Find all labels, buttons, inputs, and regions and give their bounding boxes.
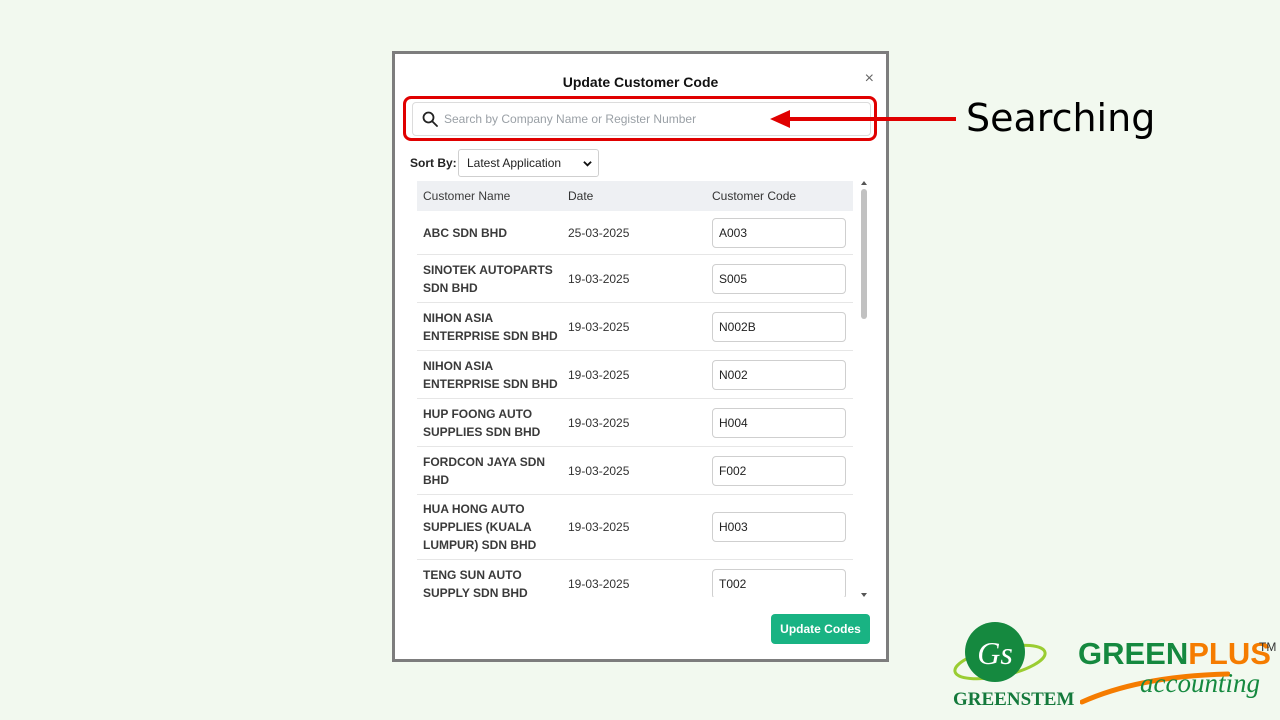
customer-code-input[interactable] (712, 217, 846, 248)
greenstem-logo-icon: Gs (953, 622, 1047, 682)
table-row: FORDCON JAYA SDN BHD 19-03-2025 (417, 447, 853, 495)
customer-date: 19-03-2025 (568, 415, 630, 430)
header-customer-name: Customer Name (423, 189, 511, 203)
customer-date: 19-03-2025 (568, 271, 630, 286)
customer-date: 19-03-2025 (568, 463, 630, 478)
scroll-thumb[interactable] (861, 189, 867, 319)
annotation-label: Searching (966, 96, 1156, 140)
update-codes-button[interactable]: Update Codes (771, 614, 870, 644)
close-icon[interactable]: × (865, 71, 874, 87)
customer-code-input[interactable] (712, 407, 846, 438)
table-row: ABC SDN BHD 25-03-2025 (417, 211, 853, 255)
table-header: Customer Name Date Customer Code (417, 181, 853, 211)
table-row: NIHON ASIA ENTERPRISE SDN BHD 19-03-2025 (417, 303, 853, 351)
customer-date: 19-03-2025 (568, 520, 630, 534)
customer-name: ABC SDN BHD (423, 225, 507, 240)
table-row: HUP FOONG AUTO SUPPLIES SDN BHD 19-03-20… (417, 399, 853, 447)
greenstem-wordmark: GREENSTEM (953, 689, 1075, 710)
greenplus-green-part: GREEN (1078, 636, 1189, 671)
customer-code-input[interactable] (712, 568, 846, 597)
customer-name: NIHON ASIA ENTERPRISE SDN BHD (423, 358, 558, 391)
arrow-left-icon (770, 110, 956, 128)
customer-code-input[interactable] (712, 359, 846, 390)
sort-selected-value: Latest Application (467, 156, 562, 170)
modal-title: Update Customer Code (562, 74, 719, 90)
update-customer-code-modal: Update Customer Code × Sort By: Latest A… (392, 51, 889, 662)
scroll-up-arrow-icon[interactable] (861, 181, 867, 185)
table-row: SINOTEK AUTOPARTS SDN BHD 19-03-2025 (417, 255, 853, 303)
customer-date: 19-03-2025 (568, 576, 630, 591)
customer-table: Customer Name Date Customer Code ABC SDN… (417, 181, 853, 597)
customer-name: FORDCON JAYA SDN BHD (423, 454, 546, 487)
customer-code-input[interactable] (712, 512, 846, 542)
customer-date: 25-03-2025 (568, 225, 630, 240)
customer-date: 19-03-2025 (568, 367, 630, 382)
accounting-wordmark: accounting (1140, 668, 1260, 698)
table-row: TENG SUN AUTO SUPPLY SDN BHD 19-03-2025 (417, 560, 853, 597)
customer-name: TENG SUN AUTO SUPPLY SDN BHD (423, 567, 528, 598)
customer-code-input[interactable] (712, 263, 846, 294)
customer-name: SINOTEK AUTOPARTS SDN BHD (423, 262, 553, 295)
table-row: HUA HONG AUTO SUPPLIES (KUALA LUMPUR) SD… (417, 495, 853, 560)
table-row: NIHON ASIA ENTERPRISE SDN BHD 19-03-2025 (417, 351, 853, 399)
customer-name: HUA HONG AUTO SUPPLIES (KUALA LUMPUR) SD… (423, 502, 537, 552)
customer-code-input[interactable] (712, 311, 846, 342)
trademark-symbol: TM (1259, 640, 1277, 654)
header-date: Date (568, 189, 594, 203)
customer-name: HUP FOONG AUTO SUPPLIES SDN BHD (423, 406, 541, 439)
customer-date: 19-03-2025 (568, 319, 630, 334)
sort-label: Sort By: (410, 156, 457, 170)
svg-text:Gs: Gs (977, 635, 1013, 671)
customer-code-input[interactable] (712, 455, 846, 486)
greenplus-wordmark: GREENPLUS (1078, 636, 1271, 672)
scroll-down-arrow-icon[interactable] (861, 593, 867, 597)
chevron-down-icon (583, 161, 592, 167)
sort-select[interactable]: Latest Application (458, 149, 599, 177)
table-scrollbar[interactable] (860, 181, 868, 597)
header-customer-code: Customer Code (712, 189, 797, 203)
customer-name: NIHON ASIA ENTERPRISE SDN BHD (423, 310, 558, 343)
